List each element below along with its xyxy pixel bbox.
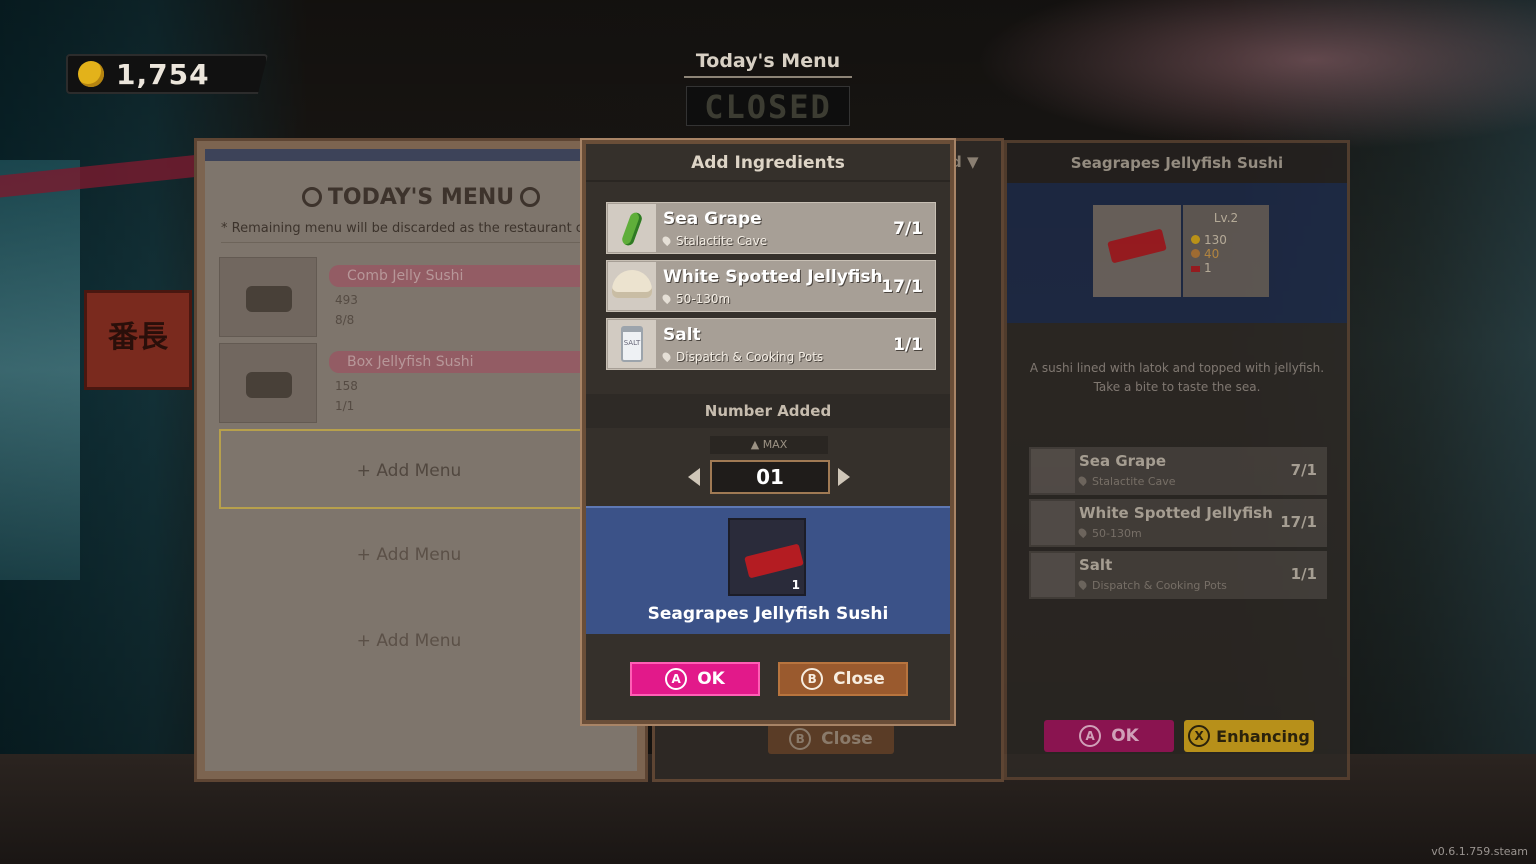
ingredient-location: 50-130m <box>660 292 730 306</box>
add-menu-slot[interactable]: + Add Menu <box>219 515 599 595</box>
recipe-title: Seagrapes Jellyfish Sushi <box>1007 143 1347 183</box>
ingredient-count: 17/1 <box>881 277 923 297</box>
ingredient-count: 1/1 <box>893 335 923 355</box>
menu-paper: TODAY'S MENU * Remaining menu will be di… <box>205 149 637 771</box>
dish-thumbnail <box>219 343 317 423</box>
version-label: v0.6.1.759.steam <box>1431 845 1528 858</box>
todays-menu-panel: TODAY'S MENU * Remaining menu will be di… <box>194 138 648 782</box>
recipe-price-row: 130 <box>1191 233 1261 247</box>
number-added-header: Number Added <box>586 394 950 428</box>
decrease-arrow-icon[interactable] <box>688 468 700 486</box>
close-button[interactable]: B Close <box>778 662 908 696</box>
ingredient-name: Sea Grape <box>663 209 762 229</box>
result-count: 1 <box>791 578 800 592</box>
result-dish-name: Seagrapes Jellyfish Sushi <box>647 604 889 624</box>
closed-sign: CLOSED <box>686 86 850 126</box>
ingredient-count: 7/1 <box>893 219 923 239</box>
list-close-button[interactable]: B Close <box>768 724 894 754</box>
dish-stock: 1/1 <box>335 399 355 413</box>
recipe-taste-row: 40 <box>1191 247 1261 261</box>
recipe-level: Lv.2 <box>1213 211 1239 225</box>
recipe-hero: Lv.2 130 40 1 <box>1007 183 1347 323</box>
recipe-ingredient-row: White Spotted Jellyfish 50-130m 17/1 <box>1029 499 1327 547</box>
add-ingredients-modal: Add Ingredients Sea Grape Stalactite Cav… <box>580 138 956 726</box>
ingredient-row-sea-grape[interactable]: Sea Grape Stalactite Cave 7/1 <box>606 202 936 254</box>
dish-name: Box Jellyfish Sushi <box>329 351 591 373</box>
ingredient-row-salt[interactable]: SALT Salt Dispatch & Cooking Pots 1/1 <box>606 318 936 370</box>
add-menu-slot[interactable]: + Add Menu <box>219 601 599 681</box>
close-label: Close <box>833 669 885 689</box>
coin-icon <box>1191 235 1200 244</box>
dish-stock: 8/8 <box>335 313 355 327</box>
location-pin-icon <box>1076 578 1089 591</box>
recipe-ok-button[interactable]: A OK <box>1044 720 1174 752</box>
ok-label: OK <box>697 669 725 689</box>
location-pin-icon <box>660 234 673 247</box>
quantity-stepper[interactable]: 01 <box>710 460 830 494</box>
dish-icon <box>1191 266 1200 272</box>
increase-arrow-icon[interactable] <box>838 468 850 486</box>
sea-grape-icon <box>608 204 656 252</box>
location-pin-icon <box>1076 526 1089 539</box>
recipe-ok-label: OK <box>1111 726 1139 746</box>
waterfall <box>0 160 80 580</box>
ingredient-row-jellyfish[interactable]: White Spotted Jellyfish 50-130m 17/1 <box>606 260 936 312</box>
list-header-fragment: d ▼ <box>951 153 979 171</box>
sushi-result-icon: 1 <box>728 518 806 596</box>
salt-icon: SALT <box>608 320 656 368</box>
recipe-description: A sushi lined with latok and topped with… <box>1029 361 1325 394</box>
dish-name: Comb Jelly Sushi <box>329 265 591 287</box>
jellyfish-icon <box>608 262 656 310</box>
ingredient-name: Salt <box>663 325 701 345</box>
enhancing-label: Enhancing <box>1216 726 1310 746</box>
ingredient-name: White Spotted Jellyfish <box>663 267 883 287</box>
location-pin-icon <box>1076 474 1089 487</box>
coin-amount: 1,754 <box>116 57 210 91</box>
max-button[interactable]: ▲ MAX <box>710 436 828 454</box>
ingredient-location: Stalactite Cave <box>660 234 767 248</box>
recipe-stats: Lv.2 130 40 1 <box>1183 205 1269 297</box>
restaurant-sign: 番長 <box>84 290 192 390</box>
result-dish: 1 Seagrapes Jellyfish Sushi <box>586 506 950 634</box>
swirl-icon <box>520 187 541 207</box>
add-menu-slot[interactable]: + Add Menu <box>219 429 599 509</box>
list-close-label: Close <box>821 729 873 749</box>
cherry-blossom-tree <box>976 0 1536 150</box>
modal-title: Add Ingredients <box>586 144 950 182</box>
recipe-ingredient-row: Sea Grape Stalactite Cave 7/1 <box>1029 447 1327 495</box>
taste-icon <box>1191 249 1200 258</box>
coin-icon <box>78 61 104 87</box>
a-button-icon: A <box>1079 725 1102 747</box>
sea-grape-icon <box>1031 449 1075 493</box>
recipe-ingredient-row: Salt Dispatch & Cooking Pots 1/1 <box>1029 551 1327 599</box>
x-button-icon: X <box>1188 725 1211 747</box>
location-pin-icon <box>660 350 673 363</box>
todays-menu-label: Today's Menu <box>684 50 852 78</box>
recipe-ingredient-list: Sea Grape Stalactite Cave 7/1 White Spot… <box>1029 447 1327 603</box>
recipe-servings-row: 1 <box>1191 261 1261 275</box>
ingredient-location: Dispatch & Cooking Pots <box>660 350 823 364</box>
b-button-icon: B <box>801 668 824 690</box>
b-button-icon: B <box>789 728 812 750</box>
ok-button[interactable]: A OK <box>630 662 760 696</box>
dish-price: 493 <box>335 293 358 307</box>
dish-price: 158 <box>335 379 358 393</box>
recipe-detail-panel: Seagrapes Jellyfish Sushi Lv.2 130 40 1 … <box>1004 140 1350 780</box>
menu-item[interactable]: Comb Jelly Sushi 493 8/8 <box>219 257 599 337</box>
menu-title: TODAY'S MENU <box>205 185 637 210</box>
salt-icon <box>1031 553 1075 597</box>
enhancing-button[interactable]: X Enhancing <box>1184 720 1314 752</box>
jellyfish-icon <box>1031 501 1075 545</box>
menu-item[interactable]: Box Jellyfish Sushi 158 1/1 <box>219 343 599 423</box>
coin-counter: 1,754 <box>66 54 268 94</box>
sushi-image <box>1093 205 1181 297</box>
a-button-icon: A <box>665 668 688 690</box>
swirl-icon <box>301 187 322 207</box>
dish-thumbnail <box>219 257 317 337</box>
menu-note: * Remaining menu will be discarded as th… <box>221 221 637 243</box>
location-pin-icon <box>660 292 673 305</box>
